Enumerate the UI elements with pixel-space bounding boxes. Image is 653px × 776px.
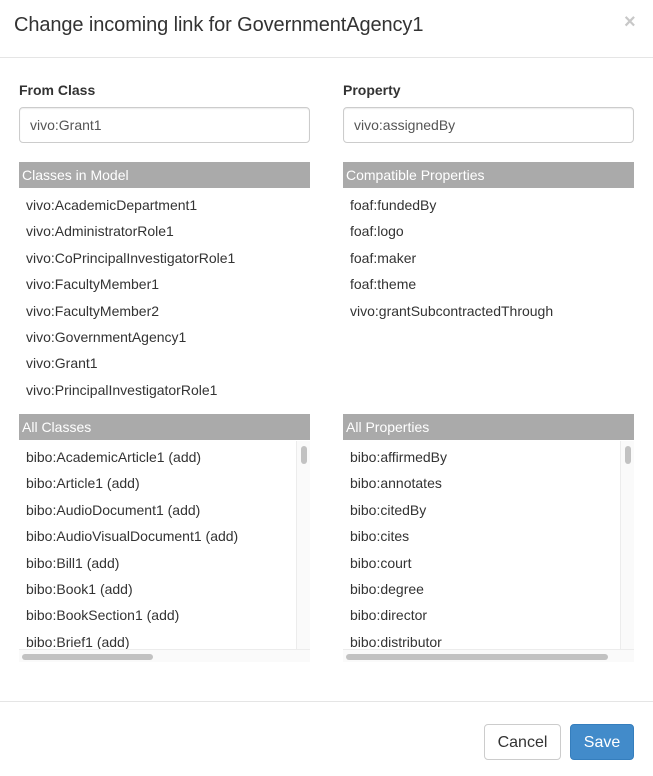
classes-in-model-list: vivo:AcademicDepartment1 vivo:Administrat… (19, 192, 235, 403)
compatible-property-item[interactable]: foaf:maker (343, 245, 553, 271)
all-properties-scroll-box[interactable]: bibo:affirmedBy bibo:annotates bibo:citedB… (343, 441, 634, 662)
class-in-model-item[interactable]: vivo:Grant1 (19, 350, 235, 376)
all-properties-horizontal-scroll-thumb[interactable] (346, 654, 608, 660)
close-icon[interactable]: × (624, 12, 636, 32)
class-in-model-item[interactable]: vivo:AdministratorRole1 (19, 218, 235, 244)
all-properties-list: bibo:affirmedBy bibo:annotates bibo:citedB… (343, 441, 634, 652)
all-classes-item[interactable]: bibo:AudioDocument1 (add) (19, 494, 310, 520)
all-properties-vertical-scrollbar[interactable] (620, 441, 634, 649)
class-in-model-item[interactable]: vivo:CoPrincipalInvestigatorRole1 (19, 245, 235, 271)
all-properties-item[interactable]: bibo:citedBy (343, 494, 634, 520)
from-class-label: From Class (19, 82, 96, 98)
all-classes-horizontal-scroll-thumb[interactable] (22, 654, 153, 660)
all-classes-item[interactable]: bibo:Book1 (add) (19, 573, 310, 599)
all-properties-item[interactable]: bibo:degree (343, 573, 634, 599)
class-in-model-item[interactable]: vivo:FacultyMember2 (19, 298, 235, 324)
all-classes-item[interactable]: bibo:Bill1 (add) (19, 547, 310, 573)
all-classes-item[interactable]: bibo:Article1 (add) (19, 467, 310, 493)
class-in-model-item[interactable]: vivo:FacultyMember1 (19, 271, 235, 297)
all-classes-item[interactable]: bibo:AcademicArticle1 (add) (19, 441, 310, 467)
all-properties-item[interactable]: bibo:annotates (343, 467, 634, 493)
class-in-model-item[interactable]: vivo:PrincipalInvestigatorRole1 (19, 377, 235, 403)
all-classes-item[interactable]: bibo:BookSection1 (add) (19, 599, 310, 625)
all-properties-item[interactable]: bibo:court (343, 547, 634, 573)
all-classes-vertical-scrollbar[interactable] (296, 441, 310, 649)
compatible-properties-header: Compatible Properties (343, 162, 634, 188)
all-properties-item[interactable]: bibo:cites (343, 520, 634, 546)
compatible-property-item[interactable]: foaf:fundedBy (343, 192, 553, 218)
all-properties-item[interactable]: bibo:director (343, 599, 634, 625)
class-in-model-item[interactable]: vivo:GovernmentAgency1 (19, 324, 235, 350)
change-incoming-link-dialog: Change incoming link for GovernmentAgenc… (0, 0, 653, 776)
compatible-property-item[interactable]: foaf:logo (343, 218, 553, 244)
dialog-title: Change incoming link for GovernmentAgenc… (14, 14, 424, 36)
dialog-footer: Cancel Save (0, 701, 653, 776)
class-in-model-item[interactable]: vivo:AcademicDepartment1 (19, 192, 235, 218)
from-class-input[interactable] (19, 107, 310, 143)
classes-in-model-header: Classes in Model (19, 162, 310, 188)
compatible-properties-list: foaf:fundedBy foaf:logo foaf:maker foaf:the… (343, 192, 553, 324)
all-properties-header: All Properties (343, 414, 634, 440)
all-classes-vertical-scroll-thumb[interactable] (301, 446, 307, 464)
property-input[interactable] (343, 107, 634, 143)
all-properties-horizontal-scrollbar[interactable] (343, 649, 634, 662)
all-classes-scroll-box[interactable]: bibo:AcademicArticle1 (add) bibo:Article1… (19, 441, 310, 662)
all-properties-item[interactable]: bibo:affirmedBy (343, 441, 634, 467)
dialog-header: Change incoming link for GovernmentAgenc… (0, 0, 653, 58)
compatible-property-item[interactable]: vivo:grantSubcontractedThrough (343, 298, 553, 324)
cancel-button[interactable]: Cancel (484, 724, 561, 760)
save-button[interactable]: Save (570, 724, 634, 760)
all-classes-header: All Classes (19, 414, 310, 440)
all-classes-horizontal-scrollbar[interactable] (19, 649, 310, 662)
property-label: Property (343, 82, 401, 98)
all-properties-vertical-scroll-thumb[interactable] (625, 446, 631, 464)
compatible-property-item[interactable]: foaf:theme (343, 271, 553, 297)
all-classes-list: bibo:AcademicArticle1 (add) bibo:Article1… (19, 441, 310, 652)
all-classes-item[interactable]: bibo:AudioVisualDocument1 (add) (19, 520, 310, 546)
